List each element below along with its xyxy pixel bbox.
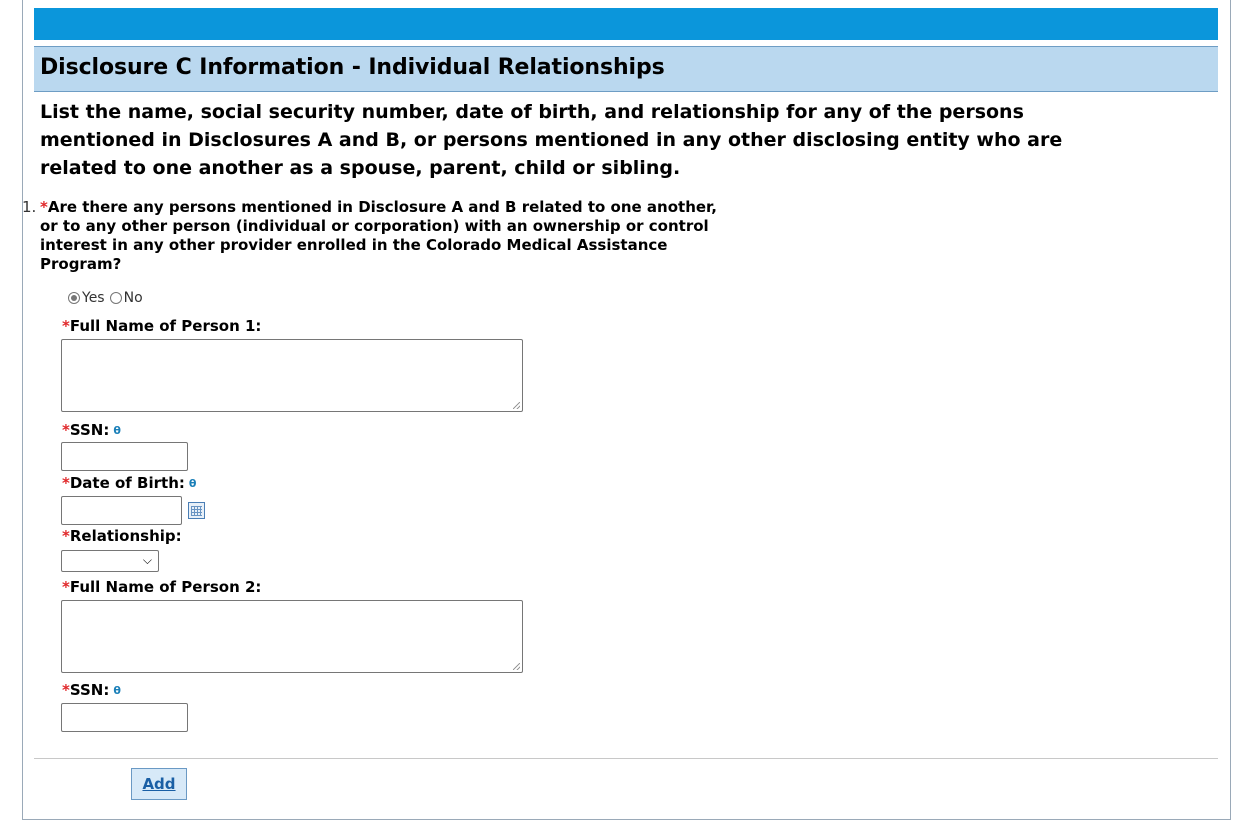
section-title: Disclosure C Information - Individual Re… — [40, 55, 665, 80]
no-radio-label[interactable]: No — [124, 290, 143, 306]
required-asterisk: * — [62, 681, 70, 699]
ssn1-label: * SSN: θ — [62, 421, 121, 439]
add-button[interactable]: Add — [131, 768, 187, 800]
person1-name-textarea[interactable] — [61, 339, 523, 412]
label-text: Full Name of Person 1: — [69, 317, 262, 335]
instructions-line: related to one another as a spouse, pare… — [40, 157, 681, 179]
relationship-radio-group: Yes No — [68, 290, 148, 306]
label-text: Date of Birth: — [69, 474, 185, 492]
info-icon[interactable]: θ — [113, 424, 121, 437]
question-line: Are there any persons mentioned in Discl… — [47, 198, 717, 216]
label-text: Full Name of Person 2: — [69, 578, 262, 596]
info-icon[interactable]: θ — [189, 477, 197, 490]
yes-radio-label[interactable]: Yes — [82, 290, 105, 306]
required-asterisk: * — [62, 421, 70, 439]
relationship-label: * Relationship: — [62, 527, 182, 545]
dob-input[interactable] — [61, 496, 182, 525]
chevron-down-icon: ⌵ — [142, 553, 152, 567]
ssn2-input[interactable] — [61, 703, 188, 732]
label-text: SSN: — [69, 681, 110, 699]
person2-name-label: * Full Name of Person 2: — [62, 578, 261, 596]
instructions-text: List the name, social security number, d… — [40, 98, 1220, 182]
section-header: Disclosure C Information - Individual Re… — [34, 46, 1218, 92]
relationship-select[interactable]: ⌵ — [61, 550, 159, 572]
top-banner-bar — [34, 8, 1218, 40]
divider — [34, 758, 1218, 759]
required-asterisk: * — [40, 198, 48, 216]
required-asterisk: * — [62, 578, 70, 596]
question-line: or to any other person (individual or co… — [40, 217, 709, 235]
label-text: Relationship: — [69, 527, 182, 545]
required-asterisk: * — [62, 527, 70, 545]
no-radio[interactable] — [109, 292, 122, 304]
calendar-icon[interactable] — [188, 502, 205, 519]
ssn1-input[interactable] — [61, 442, 188, 471]
ssn2-label: * SSN: θ — [62, 681, 121, 699]
yes-radio[interactable] — [68, 292, 80, 304]
instructions-line: List the name, social security number, d… — [40, 101, 1024, 123]
label-text: SSN: — [69, 421, 110, 439]
question-line: interest in any other provider enrolled … — [40, 236, 668, 254]
person1-name-label: * Full Name of Person 1: — [62, 317, 261, 335]
dob-label: * Date of Birth: θ — [62, 474, 196, 492]
person2-name-textarea[interactable] — [61, 600, 523, 673]
required-asterisk: * — [62, 317, 70, 335]
question-number: 1. — [22, 198, 37, 216]
question-text: *Are there any persons mentioned in Disc… — [40, 198, 717, 274]
info-icon[interactable]: θ — [113, 684, 121, 697]
required-asterisk: * — [62, 474, 70, 492]
question-line: Program? — [40, 255, 122, 273]
instructions-line: mentioned in Disclosures A and B, or per… — [40, 129, 1063, 151]
